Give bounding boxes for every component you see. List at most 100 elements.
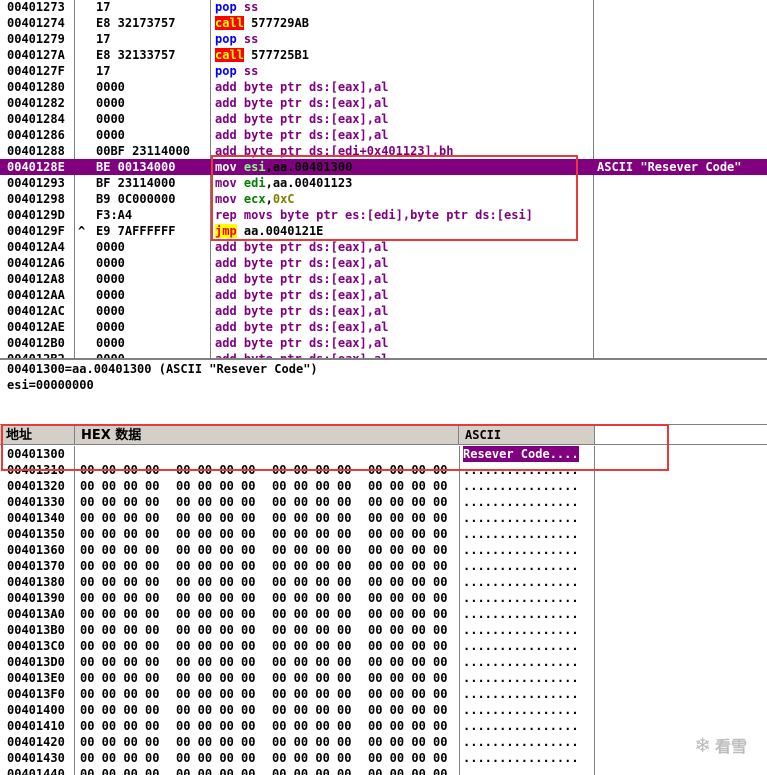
dump-row[interactable]: 00401350 00 00 00 00 00 00 00 00 00 00 00 0…: [0, 526, 600, 542]
disasm-row[interactable]: 00401279 17 pop ss: [0, 31, 767, 47]
byte-group: 00 00 00 00: [272, 623, 352, 637]
disasm-row[interactable]: 004012A6 0000 add byte ptr ds:[eax],al: [0, 255, 767, 271]
instruction-operand: byte ptr ds:[eax],al: [243, 256, 389, 270]
disasm-row[interactable]: 004012AA 0000 add byte ptr ds:[eax],al: [0, 287, 767, 303]
disasm-row[interactable]: 004012AE 0000 add byte ptr ds:[eax],al: [0, 319, 767, 335]
byte-group: 00 00 00 00: [368, 511, 448, 525]
disasm-row[interactable]: 00401273 17 pop ss: [0, 0, 767, 15]
header-address[interactable]: 地址: [0, 426, 75, 445]
disasm-row[interactable]: 0040127F 17 pop ss: [0, 63, 767, 79]
disasm-instruction: mov edi,aa.00401123: [215, 175, 352, 191]
disasm-row[interactable]: 00401288 00BF 23114000 add byte ptr ds:[ed…: [0, 143, 767, 159]
disasm-row[interactable]: 00401284 0000 add byte ptr ds:[eax],al: [0, 111, 767, 127]
dump-row[interactable]: 004013E0 00 00 00 00 00 00 00 00 00 00 00 0…: [0, 670, 600, 686]
disasm-hex-bytes: BE 00134000: [96, 160, 176, 174]
byte-group: 00 00 00 00: [272, 495, 352, 509]
disasm-instruction: add byte ptr ds:[eax],al: [215, 127, 388, 143]
instruction-mnemonic: mov: [215, 176, 237, 190]
dump-address: 00401320: [7, 479, 65, 493]
byte-group: 00 00 00 00: [80, 495, 160, 509]
disasm-hex-bytes: 0000: [96, 80, 125, 94]
disasm-row[interactable]: 00401298 B9 0C000000 mov ecx,0xC: [0, 191, 767, 207]
memory-dump-pane[interactable]: 地址 HEX 数据 ASCII 00401300 52 65 73 65 76 65…: [0, 424, 767, 775]
byte-group: 00 00 00 00: [176, 559, 256, 573]
dump-row[interactable]: 00401390 00 00 00 00 00 00 00 00 00 00 00 0…: [0, 590, 600, 606]
instruction-mnemonic: call: [215, 48, 244, 62]
disasm-row[interactable]: 004012B0 0000 add byte ptr ds:[eax],al: [0, 335, 767, 351]
instruction-mnemonic: pop: [215, 64, 237, 78]
disasm-hex-bytes: 0000: [96, 128, 125, 142]
disasm-row[interactable]: 00401274 E8 32173757 call 577729AB: [0, 15, 767, 31]
header-filler: [595, 426, 767, 445]
dump-ascii: ................: [463, 559, 579, 573]
disasm-instruction: add byte ptr ds:[eax],al: [215, 271, 388, 287]
header-hex-data[interactable]: HEX 数据: [75, 426, 459, 445]
byte-group: 00 00 00 00: [272, 687, 352, 701]
dump-row[interactable]: 004013C0 00 00 00 00 00 00 00 00 00 00 00 0…: [0, 638, 600, 654]
disasm-row[interactable]: 0040129F ^ E9 7AFFFFFF jmp aa.0040121E: [0, 223, 767, 239]
byte-group: 00 00 00 00: [272, 751, 352, 765]
disasm-address: 004012B2: [7, 351, 65, 358]
dump-row[interactable]: 004013F0 00 00 00 00 00 00 00 00 00 00 00 0…: [0, 686, 600, 702]
instruction-operand: byte ptr ds:[eax],al: [243, 240, 389, 254]
disasm-row[interactable]: 004012A8 0000 add byte ptr ds:[eax],al: [0, 271, 767, 287]
dump-address: 00401380: [7, 575, 65, 589]
dump-row[interactable]: 00401360 00 00 00 00 00 00 00 00 00 00 00 0…: [0, 542, 600, 558]
byte-group: 00 00 00 00: [176, 591, 256, 605]
byte-group: 00 00 00 00: [368, 479, 448, 493]
byte-group: 00 00 00 00: [80, 735, 160, 749]
instruction-mnemonic: add: [215, 256, 237, 270]
dump-row[interactable]: 00401370 00 00 00 00 00 00 00 00 00 00 00 0…: [0, 558, 600, 574]
dump-ascii: ................: [463, 607, 579, 621]
disasm-row[interactable]: 00401286 0000 add byte ptr ds:[eax],al: [0, 127, 767, 143]
byte-group: 00 00 00 00: [272, 479, 352, 493]
disasm-row[interactable]: 00401293 BF 23114000 mov edi,aa.00401123: [0, 175, 767, 191]
dump-row[interactable]: 00401440 00 00 00 00 00 00 00 00 00 00 00 0…: [0, 766, 600, 775]
disasm-row[interactable]: 004012AC 0000 add byte ptr ds:[eax],al: [0, 303, 767, 319]
disasm-hex-bytes: 17: [96, 0, 111, 14]
disasm-row[interactable]: 00401280 0000 add byte ptr ds:[eax],al: [0, 79, 767, 95]
dump-row[interactable]: 00401340 00 00 00 00 00 00 00 00 00 00 00 0…: [0, 510, 600, 526]
dump-row[interactable]: 004013A0 00 00 00 00 00 00 00 00 00 00 00 0…: [0, 606, 600, 622]
dump-ascii: ................: [463, 575, 579, 589]
header-ascii[interactable]: ASCII: [459, 426, 595, 445]
disasm-row[interactable]: 004012A4 0000 add byte ptr ds:[eax],al: [0, 239, 767, 255]
dump-row[interactable]: 00401430 00 00 00 00 00 00 00 00 00 00 00 0…: [0, 750, 600, 766]
disasm-address: 00401293: [7, 176, 65, 190]
dump-ascii: ................: [463, 687, 579, 701]
byte-group: 00 00 00 00: [368, 495, 448, 509]
dump-row[interactable]: 00401380 00 00 00 00 00 00 00 00 00 00 00 0…: [0, 574, 600, 590]
byte-group: 00 00 00 00: [368, 703, 448, 717]
dump-row[interactable]: 00401300 52 65 73 65 76 65 72 20 43 6F 64 6…: [0, 446, 600, 462]
dump-ascii: ................: [463, 751, 579, 765]
disasm-instruction: add byte ptr ds:[eax],al: [215, 255, 388, 271]
disasm-row[interactable]: 0040129D F3:A4 rep movs byte ptr es:[edi],…: [0, 207, 767, 223]
dump-row[interactable]: 00401310 00 00 00 00 00 00 00 00 00 00 00 0…: [0, 462, 600, 478]
dump-address: 00401410: [7, 719, 65, 733]
dump-row[interactable]: 00401420 00 00 00 00 00 00 00 00 00 00 00 0…: [0, 734, 600, 750]
dump-row[interactable]: 004013B0 00 00 00 00 00 00 00 00 00 00 00 0…: [0, 622, 600, 638]
dump-row[interactable]: 00401410 00 00 00 00 00 00 00 00 00 00 00 0…: [0, 718, 600, 734]
instruction-mnemonic: rep movs: [215, 208, 273, 222]
byte-group: 00 00 00 00: [80, 511, 160, 525]
disasm-row[interactable]: 004012B2 0000 add byte ptr ds:[eax],al: [0, 351, 767, 358]
disassembly-pane[interactable]: 00401273 17 pop ss 00401274 E8 32173757 call …: [0, 0, 767, 358]
disasm-row[interactable]: 0040128E BE 00134000 mov esi,aa.00401300 AS…: [0, 159, 767, 175]
disasm-row[interactable]: 00401282 0000 add byte ptr ds:[eax],al: [0, 95, 767, 111]
instruction-operand: byte ptr ds:[eax],al: [243, 80, 389, 94]
dump-address: 00401420: [7, 735, 65, 749]
dump-row[interactable]: 00401320 00 00 00 00 00 00 00 00 00 00 00 0…: [0, 478, 600, 494]
dump-address: 004013A0: [7, 607, 65, 621]
dump-row[interactable]: 00401400 00 00 00 00 00 00 00 00 00 00 00 0…: [0, 702, 600, 718]
byte-group: 00 00 00 00: [272, 735, 352, 749]
disasm-address: 004012A8: [7, 272, 65, 286]
dump-row[interactable]: 00401330 00 00 00 00 00 00 00 00 00 00 00 0…: [0, 494, 600, 510]
dump-row[interactable]: 004013D0 00 00 00 00 00 00 00 00 00 00 00 0…: [0, 654, 600, 670]
disasm-address: 00401284: [7, 112, 65, 126]
disasm-address: 00401282: [7, 96, 65, 110]
instruction-mnemonic: add: [215, 336, 237, 350]
disasm-instruction: rep movs byte ptr es:[edi],byte ptr ds:[…: [215, 207, 533, 223]
disasm-row[interactable]: 0040127A E8 32133757 call 577725B1: [0, 47, 767, 63]
byte-group: 00 00 00 00: [368, 559, 448, 573]
disasm-address: 00401280: [7, 80, 65, 94]
